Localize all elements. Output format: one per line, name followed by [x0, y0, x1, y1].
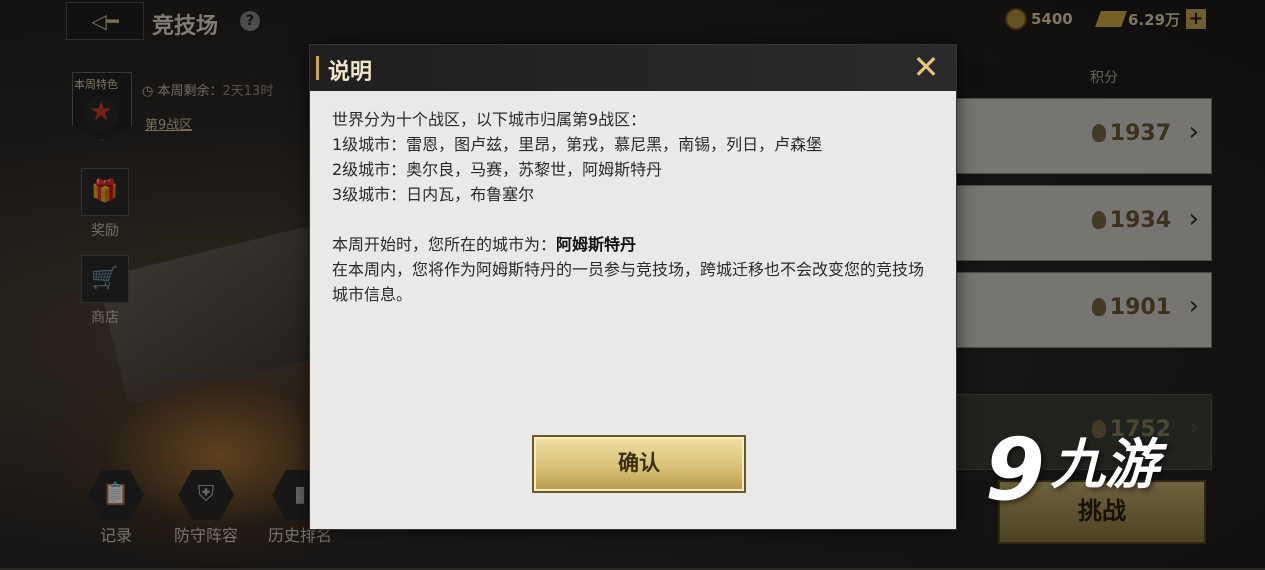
- tier1-cities: 1级城市：雷恩，图卢兹，里昂，第戎，慕尼黑，南锡，列日，卢森堡: [332, 135, 823, 154]
- close-icon[interactable]: ✕: [908, 49, 944, 85]
- zone-intro: 世界分为十个战区，以下城市归属第9战区：: [332, 110, 647, 129]
- dialog-title: 说明: [328, 60, 373, 85]
- jiuyou-watermark: 9 九游: [985, 420, 1159, 520]
- watermark-text: 九游: [1050, 433, 1159, 496]
- city-note: 在本周内，您将作为阿姆斯特丹的一员参与竞技场，跨城迁移也不会改变您的竞技场城市信…: [332, 260, 925, 304]
- title-accent-bar: [316, 56, 319, 80]
- dialog-header: 说明 ✕: [310, 45, 956, 91]
- confirm-button[interactable]: 确认: [532, 435, 746, 493]
- city-prefix: 本周开始时，您所在的城市为：: [332, 235, 557, 254]
- info-dialog: 说明 ✕ 世界分为十个战区，以下城市归属第9战区： 1级城市：雷恩，图卢兹，里昂…: [309, 44, 957, 530]
- current-city-line: 本周开始时，您所在的城市为：阿姆斯特丹: [332, 232, 934, 257]
- watermark-logo-icon: 9: [985, 420, 1045, 520]
- tier3-cities: 3级城市：日内瓦，布鲁塞尔: [332, 185, 535, 204]
- dialog-body: 世界分为十个战区，以下城市归属第9战区： 1级城市：雷恩，图卢兹，里昂，第戎，慕…: [310, 91, 956, 307]
- tier2-cities: 2级城市：奥尔良，马赛，苏黎世，阿姆斯特丹: [332, 160, 663, 179]
- city-name: 阿姆斯特丹: [556, 235, 637, 254]
